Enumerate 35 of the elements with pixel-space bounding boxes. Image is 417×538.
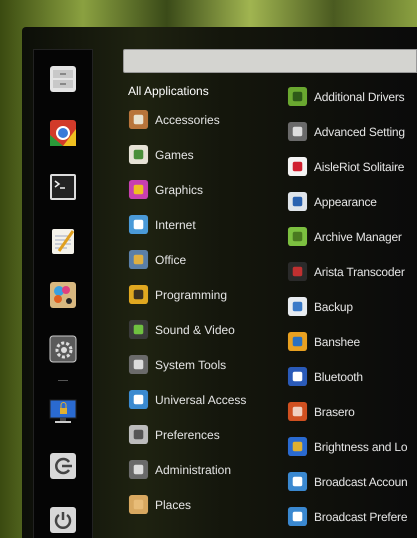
application-item[interactable]: Additional Drivers: [287, 79, 417, 114]
category-item[interactable]: Preferences: [128, 417, 220, 452]
terminal-icon[interactable]: [49, 173, 77, 201]
application-item[interactable]: Broadcast Accoun: [287, 464, 417, 499]
power-icon[interactable]: [49, 506, 77, 534]
application-item[interactable]: Backup: [287, 289, 417, 324]
category-item[interactable]: System Tools: [128, 347, 226, 382]
logout-icon[interactable]: [49, 452, 77, 480]
category-item[interactable]: Programming: [128, 277, 228, 312]
application-item[interactable]: Archive Manager: [287, 219, 417, 254]
application-item[interactable]: Broadcast Prefere: [287, 499, 417, 534]
lock-screen-icon[interactable]: [49, 398, 77, 426]
application-item[interactable]: Brightness and Lo: [287, 429, 417, 464]
application-item[interactable]: Advanced Setting: [287, 114, 417, 149]
category-item[interactable]: Games: [128, 137, 194, 172]
application-item[interactable]: Appearance: [287, 184, 417, 219]
file-cabinet-icon[interactable]: [49, 65, 77, 93]
category-item[interactable]: Graphics: [128, 172, 204, 207]
category-item[interactable]: All Applications: [128, 80, 209, 102]
paint-palette-icon[interactable]: [49, 281, 77, 309]
category-item[interactable]: Sound & Video: [128, 312, 235, 347]
application-item[interactable]: Banshee: [287, 324, 417, 359]
category-item[interactable]: Administration: [128, 452, 232, 487]
search-field[interactable]: [123, 49, 417, 73]
application-item[interactable]: Arista Transcoder: [287, 254, 417, 289]
browser-icon[interactable]: [49, 119, 77, 147]
category-item[interactable]: Universal Access: [128, 382, 246, 417]
category-item[interactable]: Internet: [128, 207, 196, 242]
category-item[interactable]: Places: [128, 487, 192, 522]
application-item[interactable]: Brasero: [287, 394, 417, 429]
application-item[interactable]: AisleRiot Solitaire: [287, 149, 417, 184]
category-item[interactable]: Accessories: [128, 102, 220, 137]
category-item[interactable]: Office: [128, 242, 186, 277]
notepad-icon[interactable]: [49, 227, 77, 255]
application-item[interactable]: Bluetooth: [287, 359, 417, 394]
